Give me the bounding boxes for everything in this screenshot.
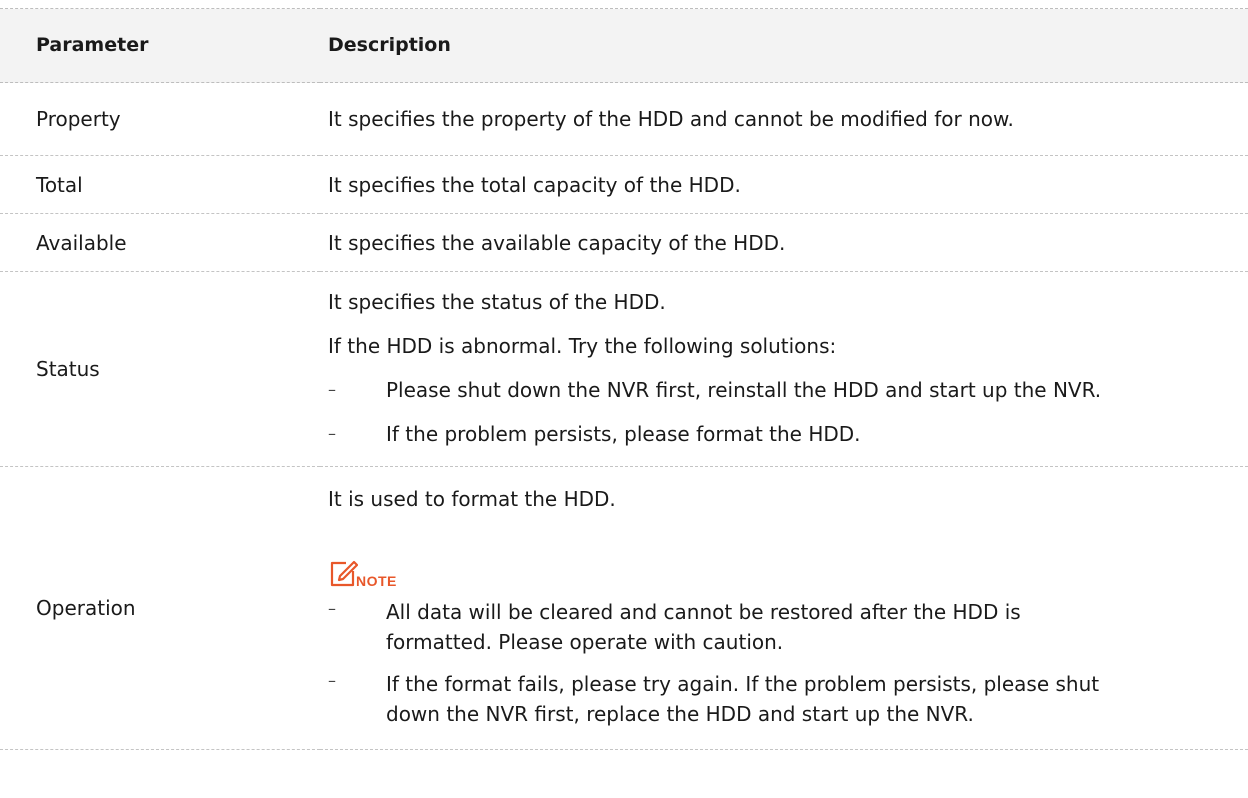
desc-available-text: It specifies the available capacity of t… — [328, 230, 786, 255]
edit-note-icon — [328, 559, 359, 589]
parameter-table: Parameter Description Property It specif… — [0, 8, 1248, 750]
table-row-operation: Operation It is used to format the HDD. … — [0, 467, 1248, 750]
operation-bullet-item: – If the format fails, please try again.… — [328, 669, 1248, 729]
desc-operation-intro: It is used to format the HDD. — [328, 487, 616, 511]
desc-status-line: It specifies the status of the HDD. — [328, 290, 666, 314]
status-bullet-text: Please shut down the NVR first, reinstal… — [386, 378, 1102, 402]
status-bullet-item: – If the problem persists, please format… — [328, 412, 1248, 456]
param-total: Total — [36, 172, 83, 197]
header-description: Description — [328, 34, 451, 57]
param-operation: Operation — [36, 596, 136, 620]
bullet-dash: – — [328, 599, 336, 618]
desc-operation: It is used to format the HDD. NOTE – All — [320, 467, 1248, 750]
desc-total: It specifies the total capacity of the H… — [320, 156, 1248, 214]
operation-bullet-item: – All data will be cleared and cannot be… — [328, 597, 1248, 657]
desc-status-line: If the HDD is abnormal. Try the followin… — [328, 334, 837, 358]
table-row-status: Status It specifies the status of the HD… — [0, 272, 1248, 467]
bullet-dash: – — [328, 380, 336, 400]
desc-available: It specifies the available capacity of t… — [320, 214, 1248, 272]
desc-property: It specifies the property of the HDD and… — [320, 83, 1248, 156]
param-property: Property — [36, 107, 121, 131]
desc-total-text: It specifies the total capacity of the H… — [328, 172, 741, 197]
header-parameter: Parameter — [36, 34, 149, 57]
desc-status: It specifies the status of the HDD. If t… — [320, 272, 1248, 467]
bullet-dash: – — [328, 671, 336, 690]
param-status: Status — [36, 357, 100, 381]
param-available: Available — [36, 230, 127, 255]
table-row-property: Property It specifies the property of th… — [0, 83, 1248, 156]
operation-bullet-text: If the format fails, please try again. I… — [386, 672, 1100, 726]
bullet-dash: – — [328, 424, 336, 444]
status-bullet-item: – Please shut down the NVR first, reinst… — [328, 368, 1248, 412]
note-label: NOTE — [356, 573, 397, 589]
note-heading: NOTE — [328, 539, 1248, 589]
document-page: Parameter Description Property It specif… — [0, 0, 1248, 798]
table-row-total: Total It specifies the total capacity of… — [0, 156, 1248, 214]
table-row-available: Available It specifies the available cap… — [0, 214, 1248, 272]
operation-bullet-text: All data will be cleared and cannot be r… — [386, 600, 1021, 654]
table-header-row: Parameter Description — [0, 8, 1248, 83]
status-bullet-text: If the problem persists, please format t… — [386, 422, 861, 446]
desc-property-text: It specifies the property of the HDD and… — [328, 107, 1014, 131]
